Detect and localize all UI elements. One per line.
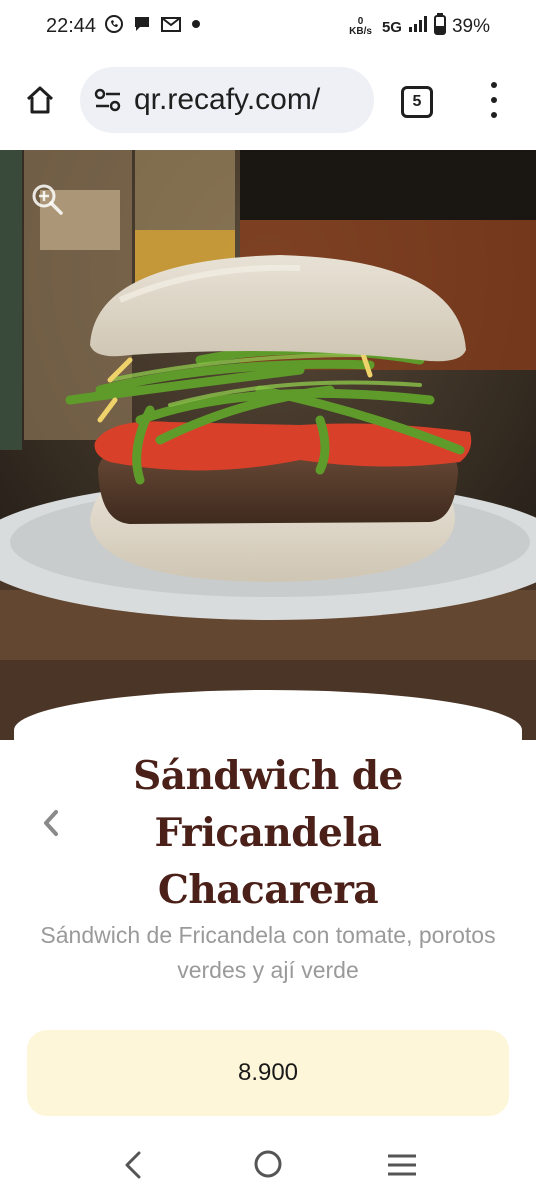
whatsapp-icon bbox=[104, 14, 124, 34]
previous-item-button[interactable] bbox=[38, 808, 64, 838]
dot-icon bbox=[190, 14, 202, 34]
home-circle-icon[interactable] bbox=[252, 1148, 284, 1185]
notification-icons bbox=[104, 14, 202, 34]
price-box: 8.900 bbox=[27, 1030, 509, 1116]
status-right: 0 KB/s 5G 39% bbox=[349, 13, 490, 41]
sandwich-illustration bbox=[0, 150, 536, 750]
url-bar[interactable]: qr.recafy.com/ bbox=[80, 67, 374, 133]
product-image bbox=[0, 150, 536, 750]
product-price: 8.900 bbox=[237, 1059, 299, 1086]
recents-icon[interactable] bbox=[386, 1152, 418, 1183]
chevron-left-icon bbox=[44, 810, 58, 836]
status-bar: 22:44 0 KB/s 5G 39% bbox=[0, 0, 536, 54]
product-description: Sándwich de Fricandela con tomate, porot… bbox=[40, 922, 496, 983]
back-icon[interactable] bbox=[120, 1150, 146, 1185]
url-text[interactable]: qr.recafy.com/ bbox=[134, 83, 320, 117]
home-icon bbox=[26, 86, 54, 114]
network-type: 5G bbox=[381, 18, 402, 36]
data-speed: 0 KB/s bbox=[349, 16, 372, 37]
site-settings-icon[interactable] bbox=[94, 87, 122, 113]
zoom-in-icon[interactable] bbox=[30, 182, 64, 221]
battery-level: 39% bbox=[451, 16, 490, 37]
more-vert-icon[interactable] bbox=[484, 82, 504, 118]
gmail-icon bbox=[160, 14, 182, 34]
system-nav-bar bbox=[0, 1130, 536, 1200]
tab-switcher-button[interactable]: 5 bbox=[401, 86, 433, 118]
product-title: Sándwich de Fricandela Chacarera bbox=[133, 753, 403, 913]
home-button[interactable] bbox=[20, 80, 60, 120]
battery-icon bbox=[433, 13, 446, 41]
status-time: 22:44 bbox=[46, 15, 97, 37]
browser-toolbar: qr.recafy.com/ 5 bbox=[0, 54, 536, 150]
chat-icon bbox=[132, 14, 152, 34]
signal-icon bbox=[408, 15, 428, 39]
